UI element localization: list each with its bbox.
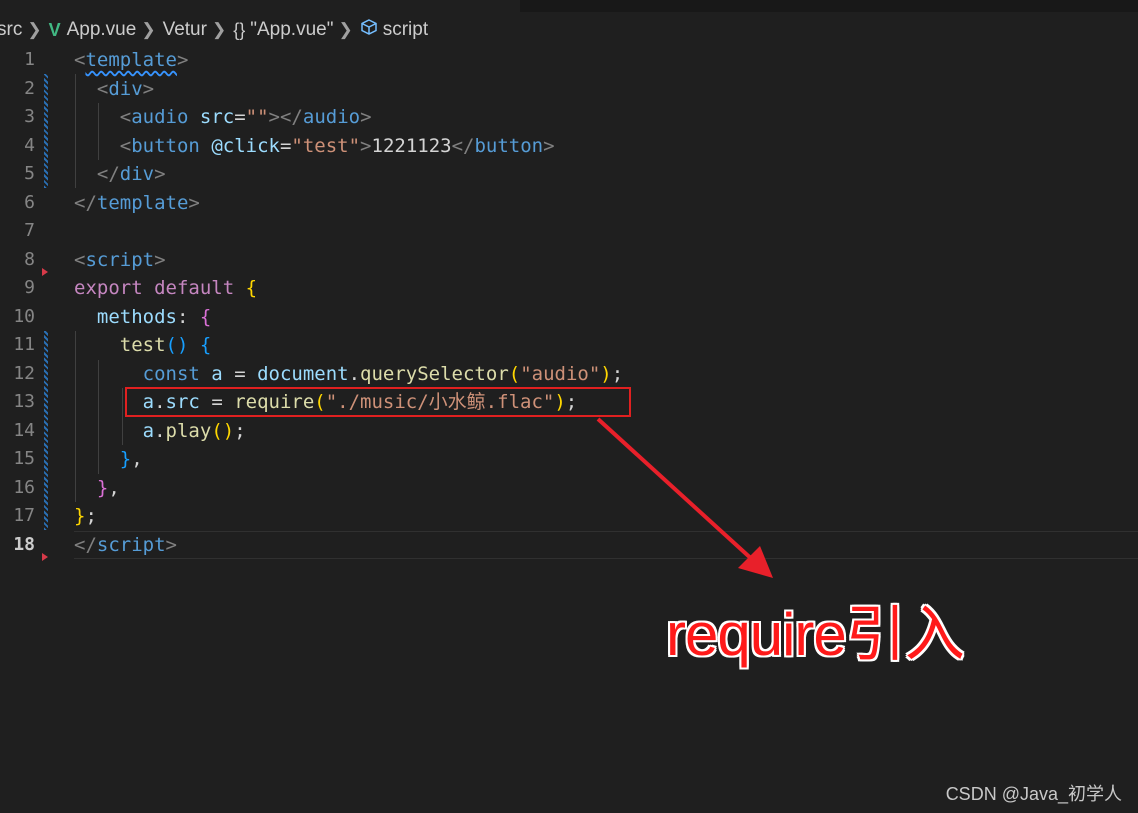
annotation-label: require引入: [666, 601, 965, 668]
watermark: CSDN @Java_初学人: [945, 784, 1122, 804]
annotation-arrow: [596, 417, 773, 578]
